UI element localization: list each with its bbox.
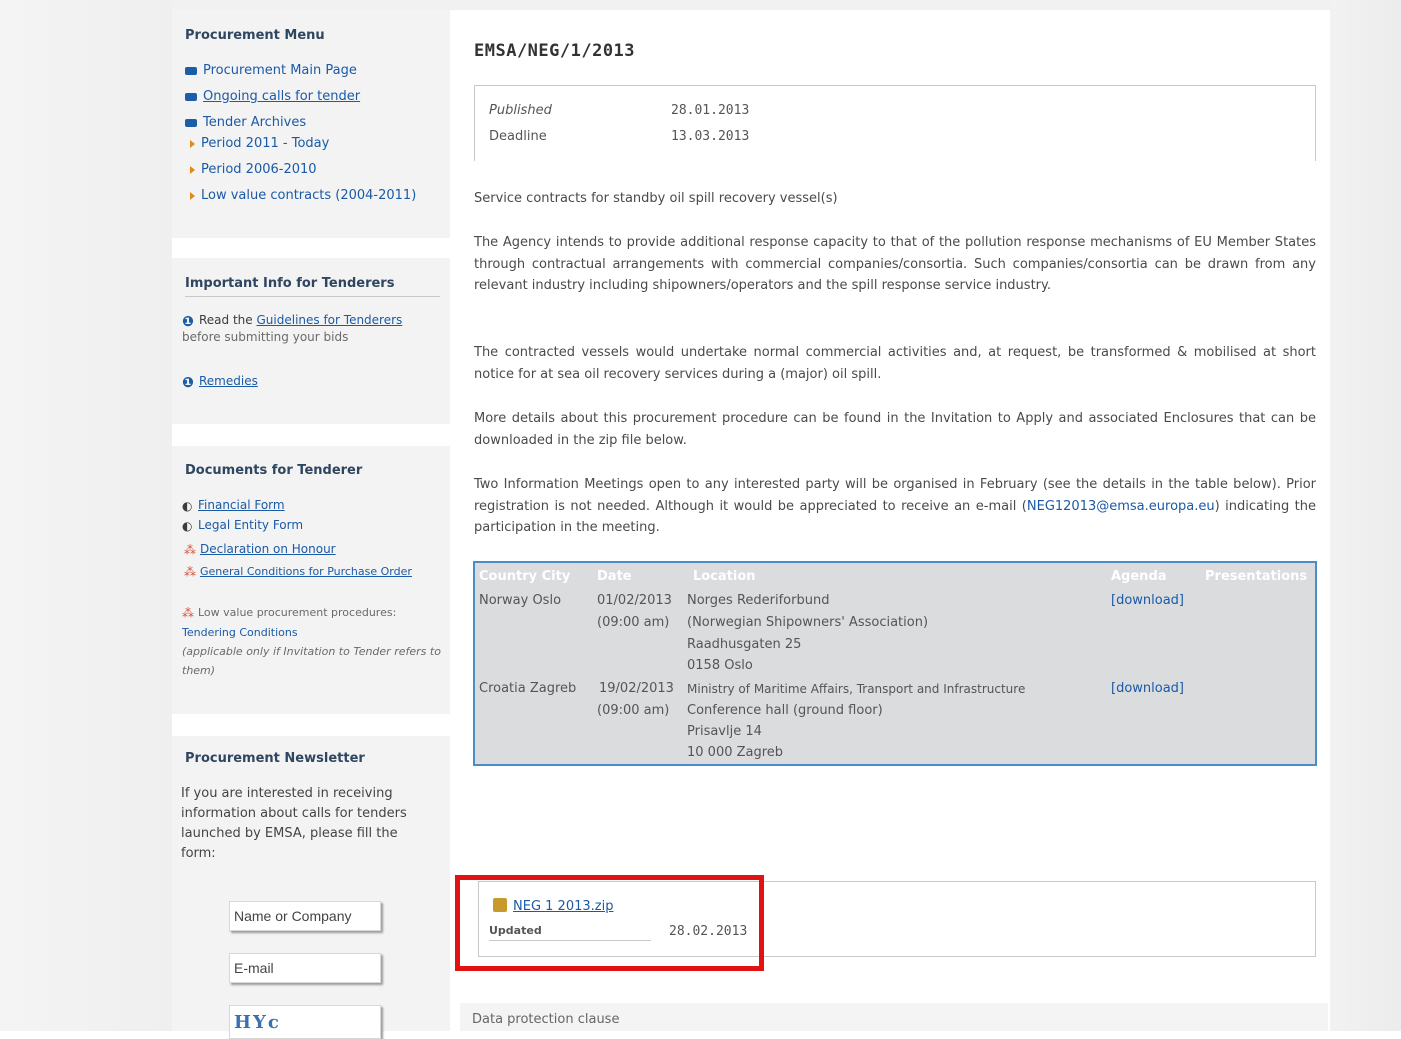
row-1-location-line-4: 0158 Oslo xyxy=(687,658,753,673)
arrow-icon xyxy=(190,165,195,174)
page-title: EMSA/NEG/1/2013 xyxy=(474,41,636,61)
bullet-icon xyxy=(185,92,197,101)
general-conditions-item[interactable]: ⁂ General Conditions for Purchase Order xyxy=(184,564,442,580)
row-2-location-line-1: Ministry of Maritime Affairs, Transport … xyxy=(687,682,1026,696)
row-1-date: 01/02/2013 xyxy=(597,593,672,608)
document-icon: ◐ xyxy=(182,519,193,533)
published-label: Published xyxy=(489,103,552,118)
low-value-procedures: ⁂ Low value procurement procedures: Tende… xyxy=(182,606,441,677)
newsletter-email-input[interactable]: E-mail xyxy=(229,953,381,983)
guidelines-note: ❶ Read the Guidelines for Tenderers befor… xyxy=(182,313,403,344)
guidelines-link[interactable]: Guidelines for Tenderers xyxy=(257,313,403,327)
menu-item-ongoing-calls[interactable]: Ongoing calls for tender xyxy=(185,89,360,104)
row-1-location-line-2: (Norwegian Shipowners' Association) xyxy=(687,615,929,630)
arrow-icon xyxy=(190,191,195,200)
declaration-item[interactable]: ⁂ Declaration on Honour xyxy=(184,542,336,557)
deadline-label: Deadline xyxy=(489,129,547,144)
newsletter-panel: Procurement Newsletter If you are intere… xyxy=(172,736,450,1031)
archive-period-2011[interactable]: Period 2011 - Today xyxy=(185,136,329,151)
newsletter-description: If you are interested in receiving infor… xyxy=(181,786,407,861)
paragraph-vessels: The contracted vessels would undertake n… xyxy=(474,345,1316,382)
row-1-location-line-3: Raadhusgaten 25 xyxy=(687,637,802,652)
bullet-icon xyxy=(185,66,197,75)
important-info-title: Important Info for Tenderers xyxy=(185,276,395,291)
row-1-time: (09:00 am) xyxy=(597,615,670,630)
procurement-menu-title: Procurement Menu xyxy=(185,28,325,43)
header-agenda: Agenda xyxy=(1111,569,1167,584)
meetings-table: Country City Date Location Agenda Presen… xyxy=(473,561,1317,766)
subtitle: Service contracts for standby oil spill … xyxy=(474,191,838,206)
pdf-icon: ⁂ xyxy=(184,543,196,557)
archive-period-2006[interactable]: Period 2006-2010 xyxy=(185,162,317,177)
row-2-date: 19/02/2013 xyxy=(599,681,674,696)
dates-box: Published 28.01.2013 Deadline 13.03.2013 xyxy=(474,85,1316,161)
remedies-link[interactable]: Remedies xyxy=(199,374,258,388)
financial-form-item[interactable]: ◐ Financial Form xyxy=(182,498,285,513)
bullet-icon xyxy=(185,118,197,127)
row-1-agenda-download-link[interactable]: [download] xyxy=(1111,590,1184,612)
page-right-margin xyxy=(1330,0,1401,1031)
page-left-margin xyxy=(0,0,172,1031)
header-country-city: Country City xyxy=(479,569,571,584)
row-1-location-line-1: Norges Rederiforbund xyxy=(687,593,830,608)
header-location: Location xyxy=(693,569,756,584)
captcha-image: HYc xyxy=(229,1005,381,1039)
row-2-location-line-2: Conference hall (ground floor) xyxy=(687,703,883,718)
newsletter-name-input[interactable]: Name or Company xyxy=(229,901,381,931)
documents-panel: Documents for Tenderer ◐ Financial Form ◐… xyxy=(172,446,450,714)
page-top-strip xyxy=(0,0,1401,10)
header-date: Date xyxy=(597,569,632,584)
document-icon: ◐ xyxy=(182,499,193,513)
procurement-menu-panel: Procurement Menu Procurement Main Page O… xyxy=(172,10,450,238)
tendering-conditions-link[interactable]: Tendering Conditions xyxy=(182,626,298,639)
legal-entity-form-item[interactable]: ◐ Legal Entity Form xyxy=(182,518,303,533)
row-1-country-city: Norway Oslo xyxy=(479,593,562,608)
paragraph-intro: The Agency intends to provide additional… xyxy=(474,235,1316,293)
row-2-time: (09:00 am) xyxy=(597,703,670,718)
registration-email-link[interactable]: NEG12013@emsa.europa.eu xyxy=(1027,499,1215,514)
deadline-value: 13.03.2013 xyxy=(671,129,750,144)
footer-bar: Data protection clause xyxy=(460,1003,1328,1031)
info-icon: ❶ xyxy=(182,375,194,391)
data-protection-link[interactable]: Data protection clause xyxy=(472,1012,619,1027)
row-2-country-city: Croatia Zagreb xyxy=(479,681,577,696)
archive-low-value[interactable]: Low value contracts (2004-2011) xyxy=(185,188,416,203)
divider xyxy=(185,296,440,297)
row-2-location-line-4: 10 000 Zagreb xyxy=(687,745,784,760)
row-2-location-line-3: Prisavlje 14 xyxy=(687,724,762,739)
row-2-agenda-download-link[interactable]: [download] xyxy=(1111,678,1184,700)
documents-title: Documents for Tenderer xyxy=(185,463,363,478)
important-info-panel: Important Info for Tenderers ❶ Read the G… xyxy=(172,258,450,424)
info-icon: ❶ xyxy=(182,314,194,330)
paragraph-meetings: Two Information Meetings open to any int… xyxy=(474,477,1317,535)
pdf-icon: ⁂ xyxy=(182,606,194,620)
arrow-icon xyxy=(190,139,195,148)
menu-item-main-page[interactable]: Procurement Main Page xyxy=(185,63,357,78)
paragraph-details: More details about this procurement proc… xyxy=(474,411,1316,448)
menu-item-tender-archives[interactable]: Tender Archives xyxy=(185,115,306,130)
remedies-item[interactable]: ❶ Remedies xyxy=(182,374,258,391)
newsletter-title: Procurement Newsletter xyxy=(185,751,365,766)
published-value: 28.01.2013 xyxy=(671,103,750,118)
header-presentations: Presentations xyxy=(1205,569,1308,584)
pdf-icon: ⁂ xyxy=(184,565,196,579)
highlight-box xyxy=(455,875,764,971)
